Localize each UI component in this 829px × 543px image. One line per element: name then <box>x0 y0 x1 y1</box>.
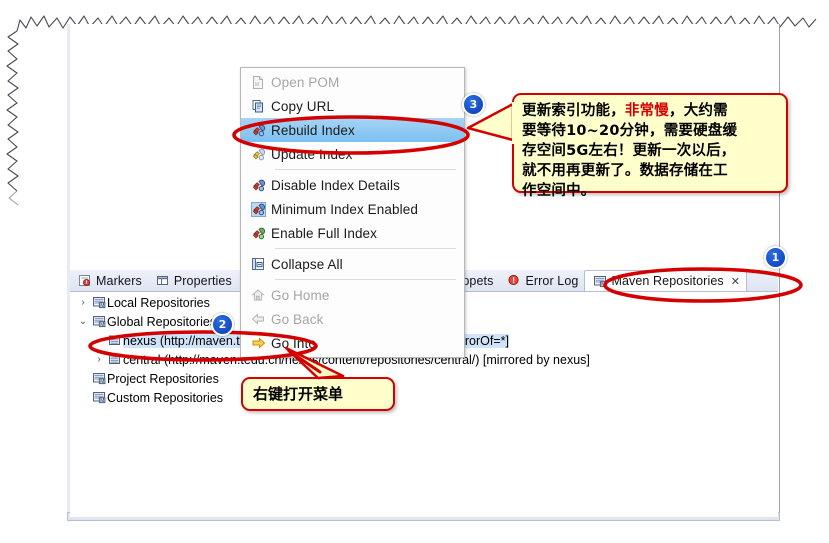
callout-line1a: 更新索引功能， <box>522 103 625 119</box>
menu-separator <box>275 169 456 170</box>
screenshot-root: Markers Properties Snippets Error Log M … <box>0 0 829 543</box>
menu-label: Go Back <box>271 311 324 327</box>
callout-line2: 要等待10~20分钟，需要硬盘缓 <box>522 123 738 139</box>
menu-label: Disable Index Details <box>271 177 400 193</box>
svg-text:M: M <box>601 281 605 287</box>
full-index-icon <box>245 226 271 241</box>
repository-icon: M <box>90 296 107 309</box>
callout-line1b: ，大约需 <box>669 103 728 119</box>
svg-text:M: M <box>100 322 104 328</box>
callout-line3: 存空间5G左右！更新一次以后， <box>522 143 736 159</box>
callout-line1-highlight: 非常慢 <box>624 103 670 119</box>
properties-icon <box>154 274 171 287</box>
menu-item-open-pom[interactable]: M Open POM <box>241 70 464 94</box>
menu-label: Copy URL <box>271 98 335 114</box>
disable-index-icon <box>245 178 271 193</box>
tree-label: Project Repositories <box>107 371 219 386</box>
menu-item-go-back[interactable]: Go Back <box>241 307 464 331</box>
back-arrow-icon <box>245 312 271 326</box>
tree-label: Global Repositories <box>107 314 217 329</box>
twisty-icon[interactable]: › <box>76 297 90 308</box>
tree-label: Custom Repositories <box>107 390 224 405</box>
svg-text:M: M <box>100 379 104 385</box>
menu-item-collapse-all[interactable]: Collapse All <box>241 252 464 276</box>
menu-label: Rebuild Index <box>271 122 355 138</box>
twisty-icon[interactable]: › <box>92 354 106 365</box>
collapse-all-icon <box>245 257 271 271</box>
tab-label-maven-repositories: Maven Repositories <box>611 274 724 288</box>
repository-node-icon <box>106 353 123 366</box>
repository-icon: M <box>90 315 107 328</box>
badge-number: 1 <box>771 251 780 264</box>
tree-row-custom-repositories[interactable]: M Custom Repositories <box>70 388 778 407</box>
tree-label: Local Repositories <box>107 295 210 310</box>
menu-label: Minimum Index Enabled <box>271 201 418 217</box>
menu-label: Open POM <box>271 74 340 90</box>
menu-separator <box>275 248 456 249</box>
maven-repositories-icon: M <box>591 275 608 288</box>
tab-maven-repositories[interactable]: M Maven Repositories ✕ <box>584 270 747 291</box>
menu-item-copy-url[interactable]: Copy URL <box>241 94 464 118</box>
menu-label: Collapse All <box>271 256 343 272</box>
tab-properties[interactable]: Properties <box>148 270 238 291</box>
menu-item-rebuild-index[interactable]: Rebuild Index <box>241 118 464 142</box>
callout-right-click-note: 右键打开菜单 <box>241 377 395 411</box>
menu-separator <box>275 279 456 280</box>
repository-node-icon <box>106 334 123 347</box>
callout-line4: 就不用再更新了。数据存储在工 <box>522 163 728 179</box>
tab-label-markers: Markers <box>96 273 142 288</box>
menu-label: Go Home <box>271 287 330 303</box>
tab-label-properties: Properties <box>173 273 232 288</box>
step-badge-3: 3 <box>462 93 485 116</box>
pom-file-icon: M <box>245 75 271 90</box>
tab-error-log[interactable]: Error Log <box>499 270 584 291</box>
svg-text:M: M <box>100 303 104 309</box>
update-index-icon <box>245 147 271 162</box>
context-menu: M Open POM Copy URL Rebuild Index Update… <box>240 67 465 358</box>
copy-icon <box>245 99 271 114</box>
callout-line5: 作空间中。 <box>522 183 596 199</box>
markers-icon <box>76 274 93 287</box>
close-icon[interactable]: ✕ <box>731 275 740 288</box>
callout-update-index-note: 更新索引功能，非常慢，大约需 要等待10~20分钟，需要硬盘缓 存空间5G左右！… <box>512 93 788 199</box>
go-into-arrow-icon <box>245 336 271 350</box>
menu-item-disable-index-details[interactable]: Disable Index Details <box>241 173 464 197</box>
rebuild-index-icon <box>245 123 271 138</box>
menu-item-enable-full-index[interactable]: Enable Full Index <box>241 221 464 245</box>
step-badge-1: 1 <box>764 246 787 269</box>
callout-small-text: 右键打开菜单 <box>253 385 344 403</box>
callout-text: 右键打开菜单 <box>243 379 393 409</box>
menu-label: Enable Full Index <box>271 225 378 241</box>
badge-number: 3 <box>469 98 478 111</box>
menu-item-update-index[interactable]: Update Index <box>241 142 464 166</box>
svg-text:M: M <box>100 398 104 404</box>
twisty-icon[interactable]: ⌄ <box>76 316 90 327</box>
repository-icon: M <box>90 372 107 385</box>
repository-icon: M <box>90 391 107 404</box>
step-badge-2: 2 <box>211 313 234 336</box>
badge-number: 2 <box>218 318 227 331</box>
menu-label: Go Into <box>271 335 316 351</box>
menu-item-go-home[interactable]: Go Home <box>241 283 464 307</box>
callout-text: 更新索引功能，非常慢，大约需 要等待10~20分钟，需要硬盘缓 存空间5G左右！… <box>514 95 786 207</box>
minimum-index-icon <box>245 201 271 217</box>
menu-item-minimum-index-enabled[interactable]: Minimum Index Enabled <box>241 197 464 221</box>
home-icon <box>245 288 271 302</box>
menu-label: Update Index <box>271 146 353 162</box>
tree-row-project-repositories[interactable]: M Project Repositories <box>70 369 778 388</box>
tab-markers[interactable]: Markers <box>70 270 148 291</box>
tab-label-error-log: Error Log <box>525 273 579 288</box>
menu-item-go-into[interactable]: Go Into <box>241 331 464 355</box>
svg-text:M: M <box>255 82 259 88</box>
error-log-icon <box>505 274 522 287</box>
